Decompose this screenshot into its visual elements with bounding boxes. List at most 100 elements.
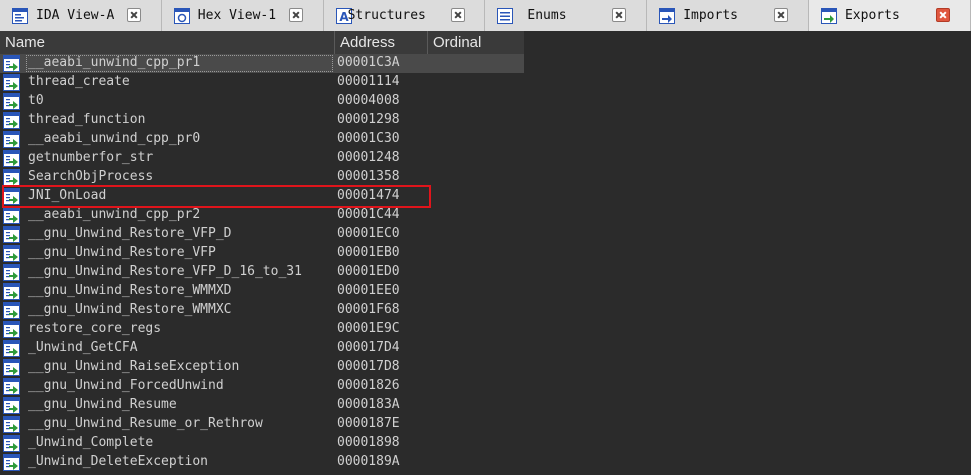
close-icon[interactable] (774, 8, 789, 22)
table-row[interactable]: _Unwind_GetCFA 000017D4 (0, 339, 971, 358)
export-address: 00001474 (337, 188, 400, 203)
export-name: getnumberfor_str (28, 150, 154, 165)
export-address: 0000183A (337, 397, 400, 412)
export-function-icon (3, 283, 20, 300)
exports-list: __aeabi_unwind_cpp_pr1 00001C3A thread_cre… (0, 54, 971, 472)
export-function-icon (3, 226, 20, 243)
table-row[interactable]: __gnu_Unwind_RaiseException 000017D8 (0, 358, 971, 377)
table-row[interactable]: thread_create 00001114 (0, 73, 971, 92)
tab-structures[interactable]: A Structures (323, 0, 486, 31)
export-function-icon (3, 264, 20, 281)
export-address: 0000187E (337, 416, 400, 431)
export-function-icon (3, 93, 20, 110)
export-address: 00001C44 (337, 207, 400, 222)
tab-hex-view-1[interactable]: Hex View-1 (161, 0, 324, 31)
close-icon[interactable] (612, 8, 627, 22)
export-address: 00001EC0 (337, 226, 400, 241)
column-header-ordinal[interactable]: Ordinal (428, 31, 524, 54)
export-address: 000017D4 (337, 340, 400, 355)
table-row[interactable]: __aeabi_unwind_cpp_pr2 00001C44 (0, 206, 971, 225)
export-function-icon (3, 340, 20, 357)
export-address: 00001114 (337, 74, 400, 89)
exports-icon (820, 8, 837, 24)
export-function-icon (3, 321, 20, 338)
table-row[interactable]: t0 00004008 (0, 92, 971, 111)
export-function-icon (3, 454, 20, 471)
table-row[interactable]: __gnu_Unwind_Restore_VFP_D 00001EC0 (0, 225, 971, 244)
export-name: _Unwind_Complete (28, 435, 154, 450)
tab-bar: IDA View-A Hex View-1 A Structures Enums… (0, 0, 971, 31)
export-name: __gnu_Unwind_Resume_or_Rethrow (28, 416, 263, 431)
table-row[interactable]: __gnu_Unwind_Restore_VFP_D_16_to_31 00001… (0, 263, 971, 282)
export-function-icon (3, 245, 20, 262)
disassembly-view-icon (12, 8, 28, 24)
tab-label: Hex View-1 (197, 8, 277, 23)
export-name: __gnu_Unwind_Restore_WMMXD (28, 283, 232, 298)
export-name: __gnu_Unwind_Restore_VFP (28, 245, 216, 260)
enums-icon (497, 8, 514, 24)
table-row[interactable]: __gnu_Unwind_Resume_or_Rethrow 0000187E (0, 415, 971, 434)
table-row[interactable]: getnumberfor_str 00001248 (0, 149, 971, 168)
export-address: 00001C3A (337, 55, 400, 70)
export-address: 00001298 (337, 112, 400, 127)
export-function-icon (3, 378, 20, 395)
export-address: 00001248 (337, 150, 400, 165)
export-name: SearchObjProcess (28, 169, 154, 184)
table-row[interactable]: _Unwind_DeleteException 0000189A (0, 453, 971, 472)
close-icon[interactable] (288, 8, 303, 22)
export-address: 00001826 (337, 378, 400, 393)
tab-imports[interactable]: Imports (647, 0, 809, 31)
table-row[interactable]: _Unwind_Complete 00001898 (0, 434, 971, 453)
export-name: restore_core_regs (28, 321, 162, 336)
tab-label: Structures (347, 8, 426, 23)
tab-label: Imports (683, 8, 738, 23)
table-row[interactable]: __aeabi_unwind_cpp_pr0 00001C30 (0, 130, 971, 149)
table-row[interactable]: SearchObjProcess 00001358 (0, 168, 971, 187)
export-function-icon (3, 207, 20, 224)
column-header-name[interactable]: Name (0, 31, 335, 54)
tab-label: Enums (527, 8, 567, 23)
export-address: 0000189A (337, 454, 400, 469)
tab-label: Exports (844, 8, 900, 23)
table-row[interactable]: thread_function 00001298 (0, 111, 971, 130)
export-function-icon (3, 169, 20, 186)
export-name: __gnu_Unwind_Resume (28, 397, 177, 412)
export-address: 000017D8 (337, 359, 400, 374)
export-name: __gnu_Unwind_RaiseException (28, 359, 240, 374)
export-name: thread_create (28, 74, 130, 89)
export-function-icon (3, 74, 20, 91)
tab-ida-view-a[interactable]: IDA View-A (0, 0, 162, 31)
table-row[interactable]: restore_core_regs 00001E9C (0, 320, 971, 339)
export-function-icon (3, 416, 20, 433)
table-row[interactable]: __gnu_Unwind_Resume 0000183A (0, 396, 971, 415)
table-row[interactable]: JNI_OnLoad 00001474 (0, 187, 971, 206)
close-icon[interactable] (450, 8, 465, 22)
export-address: 00001EE0 (337, 283, 400, 298)
export-address: 00001ED0 (337, 264, 400, 279)
export-address: 00001EB0 (337, 245, 400, 260)
table-row[interactable]: __gnu_Unwind_Restore_VFP 00001EB0 (0, 244, 971, 263)
table-row[interactable]: __aeabi_unwind_cpp_pr1 00001C3A (0, 54, 971, 73)
imports-icon (659, 8, 676, 24)
export-function-icon (3, 397, 20, 414)
hex-view-icon (173, 8, 190, 24)
export-name: __gnu_Unwind_Restore_VFP_D_16_to_31 (28, 264, 302, 279)
column-header-address[interactable]: Address (335, 31, 428, 54)
tab-exports[interactable]: Exports (808, 0, 971, 31)
close-icon[interactable] (935, 8, 950, 22)
export-address: 00001F68 (337, 302, 400, 317)
export-function-icon (3, 188, 20, 205)
tab-enums[interactable]: Enums (485, 0, 648, 31)
export-name: t0 (28, 93, 44, 108)
column-header: Name Address Ordinal (0, 31, 524, 54)
table-row[interactable]: __gnu_Unwind_Restore_WMMXD 00001EE0 (0, 282, 971, 301)
export-function-icon (3, 150, 20, 167)
table-row[interactable]: __gnu_Unwind_ForcedUnwind 00001826 (0, 377, 971, 396)
export-function-icon (3, 55, 20, 72)
export-name: __gnu_Unwind_ForcedUnwind (28, 378, 224, 393)
close-icon[interactable] (127, 8, 141, 22)
table-row[interactable]: __gnu_Unwind_Restore_WMMXC 00001F68 (0, 301, 971, 320)
export-address: 00001358 (337, 169, 400, 184)
export-address: 00004008 (337, 93, 400, 108)
export-function-icon (3, 359, 20, 376)
